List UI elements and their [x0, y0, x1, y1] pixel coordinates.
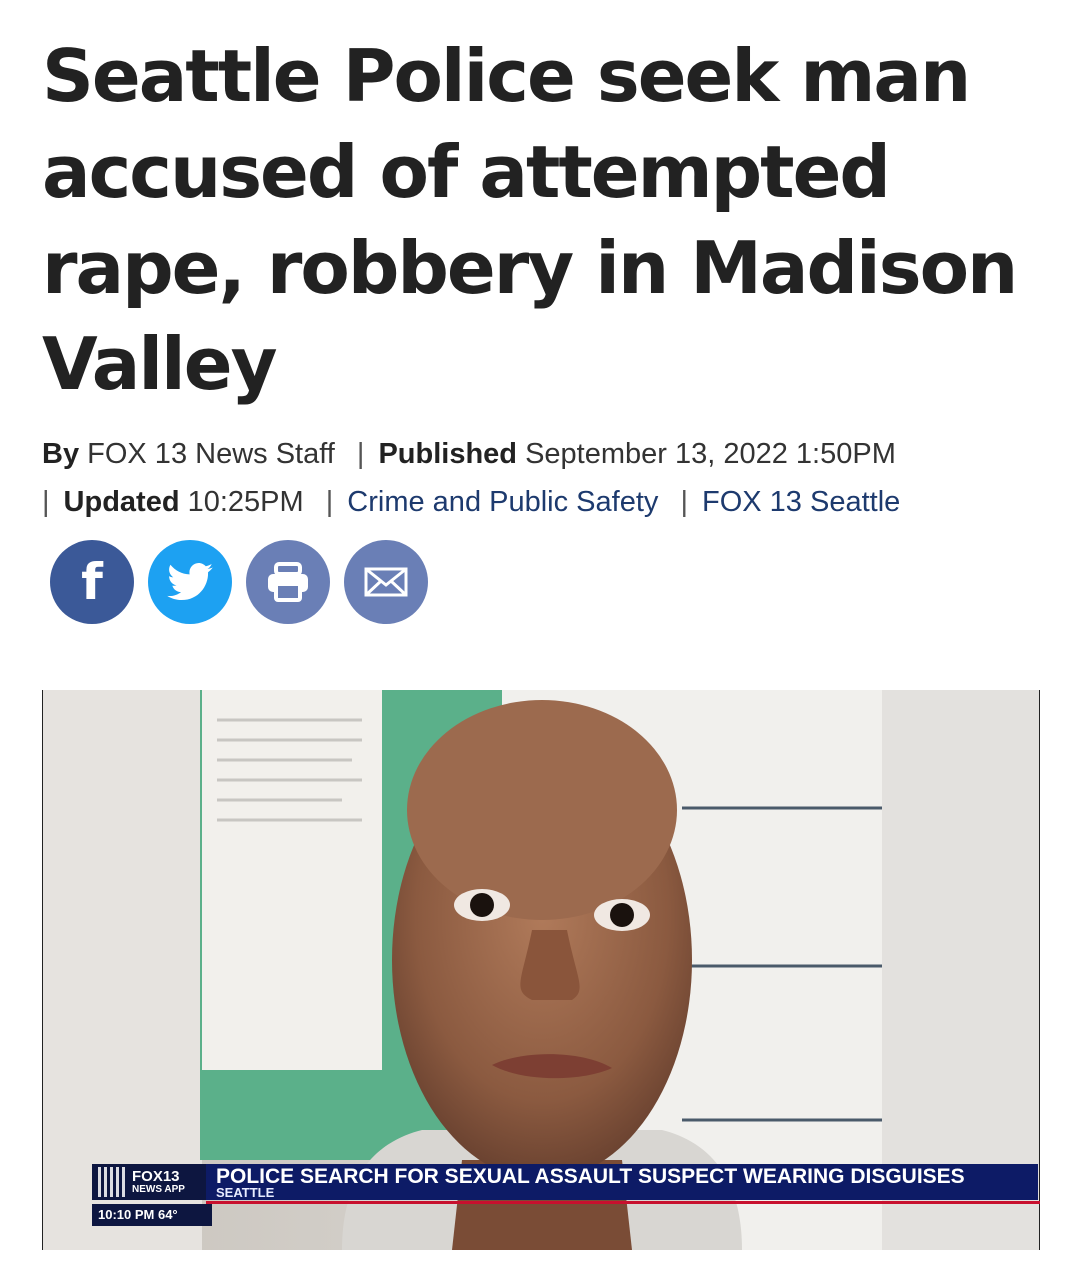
image-border-right — [1039, 690, 1040, 1250]
facebook-icon: f — [81, 553, 103, 611]
published-label: Published — [378, 438, 518, 470]
print-share-button[interactable] — [246, 540, 330, 624]
updated-time: 10:25PM — [187, 486, 304, 518]
fox13-news-app-logo: FOX13 NEWS APP — [92, 1164, 206, 1200]
red-rule-divider — [206, 1201, 1040, 1204]
byline-separator: | — [42, 486, 50, 518]
source-link[interactable]: FOX 13 Seattle — [702, 486, 900, 518]
article-headline: Seattle Police seek man accused of attem… — [42, 34, 1018, 406]
lower-third-location: SEATTLE — [216, 1185, 275, 1200]
category-link[interactable]: Crime and Public Safety — [347, 486, 658, 518]
lower-third-headline: POLICE SEARCH FOR SEXUAL ASSAULT SUSPECT… — [216, 1165, 965, 1188]
brand-name: FOX13 — [132, 1167, 180, 1185]
updated-label: Updated — [63, 486, 180, 518]
by-label: By — [42, 438, 80, 470]
twitter-share-button[interactable] — [148, 540, 232, 624]
time-temperature-bug: 10:10 PM 64° — [92, 1204, 212, 1226]
brand-sub: NEWS APP — [132, 1183, 185, 1195]
lower-third-banner: POLICE SEARCH FOR SEXUAL ASSAULT SUSPECT… — [206, 1164, 1040, 1204]
share-buttons: f — [50, 540, 442, 624]
article-video-still[interactable]: FOX13 NEWS APP POLICE SEARCH FOR SEXUAL … — [42, 690, 1040, 1250]
author-name: FOX 13 News Staff — [87, 438, 335, 470]
byline-separator: | — [680, 486, 688, 518]
news-lower-third: FOX13 NEWS APP POLICE SEARCH FOR SEXUAL … — [92, 1164, 1040, 1204]
article-byline: By FOX 13 News Staff | Published Septembe… — [42, 430, 1052, 526]
email-share-button[interactable] — [344, 540, 428, 624]
print-icon — [268, 562, 308, 602]
byline-separator: | — [325, 486, 334, 518]
email-icon — [364, 567, 408, 597]
byline-separator: | — [356, 438, 365, 470]
facebook-share-button[interactable]: f — [50, 540, 134, 624]
qr-code-icon — [98, 1167, 128, 1197]
twitter-icon — [167, 563, 213, 601]
published-date: September 13, 2022 1:50PM — [525, 438, 896, 470]
image-border-left — [42, 690, 43, 1250]
